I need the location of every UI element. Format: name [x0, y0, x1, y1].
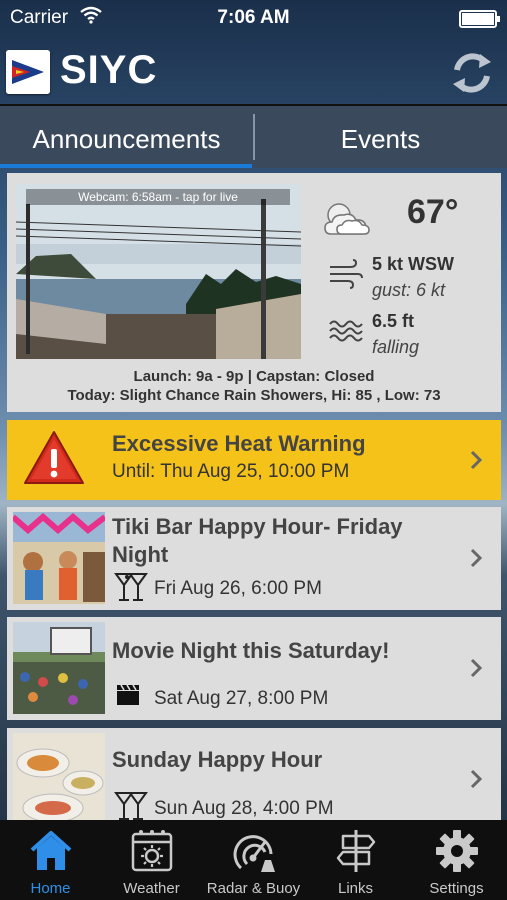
- app-title: SIYC: [60, 48, 158, 92]
- event-card-tiki-bar[interactable]: Tiki Bar Happy Hour- Friday Night Fri Au…: [7, 507, 501, 610]
- gear-icon: [436, 830, 478, 872]
- event-thumbnail: [13, 512, 105, 604]
- temperature: 67°: [407, 193, 459, 231]
- tab-weather[interactable]: Weather: [101, 820, 202, 900]
- chevron-right-icon: [470, 658, 483, 678]
- tab-announcements[interactable]: Announcements: [0, 106, 253, 168]
- event-title: Sunday Happy Hour: [112, 747, 323, 772]
- signpost-icon: [336, 830, 376, 872]
- radar-icon: [233, 835, 275, 872]
- webcam-scene: [16, 184, 301, 359]
- battery-icon: [459, 10, 500, 28]
- segment-tabs: Announcements Events: [0, 104, 507, 168]
- warning-icon: [24, 431, 84, 484]
- webcam-caption: Webcam: 6:58am - tap for live: [26, 189, 290, 205]
- weather-icon: [131, 830, 173, 872]
- clock: 7:06 AM: [217, 7, 290, 28]
- tide-trend: falling: [372, 337, 420, 357]
- tab-selected-indicator: [0, 164, 252, 168]
- partly-cloudy-icon: [324, 203, 370, 235]
- navigation-bar: SIYC: [0, 36, 507, 104]
- tab-home-label: Home: [30, 880, 71, 897]
- tab-settings-label: Settings: [429, 880, 484, 897]
- chevron-right-icon: [470, 548, 483, 568]
- event-thumbnail: [13, 733, 105, 820]
- wind-icon: [330, 259, 363, 289]
- tab-links[interactable]: Links: [305, 820, 406, 900]
- clapperboard-icon: [117, 684, 139, 705]
- tab-home[interactable]: Home: [0, 820, 101, 900]
- alert-until: Until: Thu Aug 25, 10:00 PM: [112, 461, 350, 482]
- launch-info: Launch: 9a - 9p | Capstan: Closed: [133, 368, 375, 385]
- chevron-right-icon: [470, 450, 483, 470]
- martini-icon: [114, 792, 148, 820]
- refresh-icon[interactable]: [447, 48, 497, 98]
- status-bar: Carrier 7:06 AM: [0, 0, 507, 36]
- webcam-image[interactable]: Webcam: 6:58am - tap for live: [16, 184, 301, 359]
- bottom-tab-bar: Home Weather Radar & Buoy Links Settings: [0, 820, 507, 900]
- club-logo: [6, 50, 50, 94]
- tab-radar-buoy-label: Radar & Buoy: [206, 880, 301, 897]
- wind-gust: gust: 6 kt: [372, 280, 446, 300]
- event-title: Movie Night this Saturday!: [112, 638, 390, 663]
- waves-icon: [329, 320, 363, 342]
- martini-icon: [114, 573, 148, 601]
- tab-events[interactable]: Events: [254, 106, 507, 168]
- event-card-movie-night[interactable]: Movie Night this Saturday! Sat Aug 27, 8…: [7, 617, 501, 720]
- event-card-sunday-happy-hour[interactable]: Sunday Happy Hour Sun Aug 28, 4:00 PM: [7, 728, 501, 820]
- tab-links-label: Links: [337, 880, 374, 897]
- chevron-right-icon: [470, 769, 483, 789]
- wind-speed: 5 kt WSW: [372, 254, 455, 274]
- tab-settings[interactable]: Settings: [406, 820, 507, 900]
- tide-height: 6.5 ft: [372, 311, 415, 331]
- tab-radar-buoy[interactable]: Radar & Buoy: [202, 820, 305, 900]
- event-date: Sun Aug 28, 4:00 PM: [154, 798, 334, 819]
- heat-warning-alert[interactable]: Excessive Heat Warning Until: Thu Aug 25…: [7, 420, 501, 500]
- event-date: Sat Aug 27, 8:00 PM: [154, 688, 329, 709]
- tab-weather-label: Weather: [123, 880, 180, 897]
- alert-title: Excessive Heat Warning: [112, 431, 366, 456]
- forecast-summary: Today: Slight Chance Rain Showers, Hi: 8…: [67, 387, 441, 404]
- event-title: Tiki Bar Happy Hour- Friday Night: [112, 514, 403, 567]
- event-thumbnail: [13, 622, 105, 714]
- weather-card[interactable]: Webcam: 6:58am - tap for live 67° 5 kt W…: [7, 173, 501, 412]
- home-icon: [30, 831, 72, 870]
- event-date: Fri Aug 26, 6:00 PM: [154, 578, 322, 599]
